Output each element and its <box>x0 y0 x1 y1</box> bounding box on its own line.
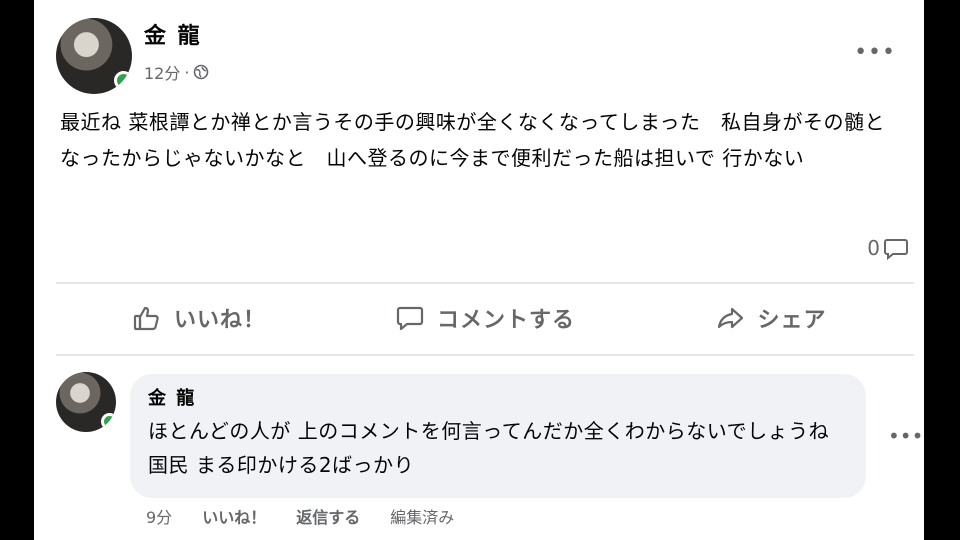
comment-icon <box>396 306 424 331</box>
share-label: シェア <box>757 308 827 333</box>
comment-text: ほとんどの人が 上のコメントを何言ってんだか全くわからないでしょうね 国民 まる… <box>148 419 830 477</box>
post-author-name[interactable]: 金 龍 <box>144 18 202 50</box>
thumbs-up-icon <box>133 306 159 331</box>
like-button[interactable]: いいね！ <box>56 286 342 350</box>
comment-meta: 9分 いいね！ 返信する 編集済み <box>146 504 454 528</box>
divider-bottom <box>56 354 914 356</box>
post-body-text: 最近ね 菜根譚とか禅とか言うその手の興味が全くなくなってしまった 私自身がその髄… <box>60 110 886 170</box>
comment-more-options-icon[interactable]: ••• <box>888 424 923 448</box>
commenter-online-dot <box>101 413 116 430</box>
meta-separator: · <box>184 62 190 82</box>
comment-like-link[interactable]: いいね！ <box>202 504 266 528</box>
online-status-dot <box>114 71 132 90</box>
post-meta: 12分 · <box>144 60 209 84</box>
author-avatar[interactable] <box>56 18 132 94</box>
comment-timestamp[interactable]: 9分 <box>146 504 172 528</box>
share-arrow-icon <box>718 307 744 329</box>
post-more-options-icon[interactable]: ••• <box>854 40 896 65</box>
comment-button[interactable]: コメントする <box>342 286 628 350</box>
post-action-bar: いいね！ コメントする シェア <box>56 286 914 350</box>
post-timestamp[interactable]: 12分 <box>144 60 180 84</box>
comment-count-value: 0 <box>867 236 880 260</box>
comment-bubble: 金 龍 ほとんどの人が 上のコメントを何言ってんだか全くわからないでしょうね 国… <box>130 374 866 498</box>
like-label: いいね！ <box>173 308 266 333</box>
globe-icon <box>194 64 209 80</box>
comment-reply-link[interactable]: 返信する <box>296 504 360 528</box>
comment-label: コメントする <box>436 308 575 333</box>
divider-top <box>56 282 914 284</box>
share-button[interactable]: シェア <box>628 286 914 350</box>
comment-edited-label[interactable]: 編集済み <box>390 504 454 528</box>
comment-count[interactable]: 0 <box>867 234 910 262</box>
commenter-avatar[interactable] <box>56 372 116 432</box>
comment-bubble-icon <box>884 239 908 261</box>
post-card: 金 龍 12分 · ••• 最近ね 菜根譚とか禅とか言うその手の興味が全くなくな… <box>34 0 924 540</box>
comment-author-name[interactable]: 金 龍 <box>148 384 196 410</box>
